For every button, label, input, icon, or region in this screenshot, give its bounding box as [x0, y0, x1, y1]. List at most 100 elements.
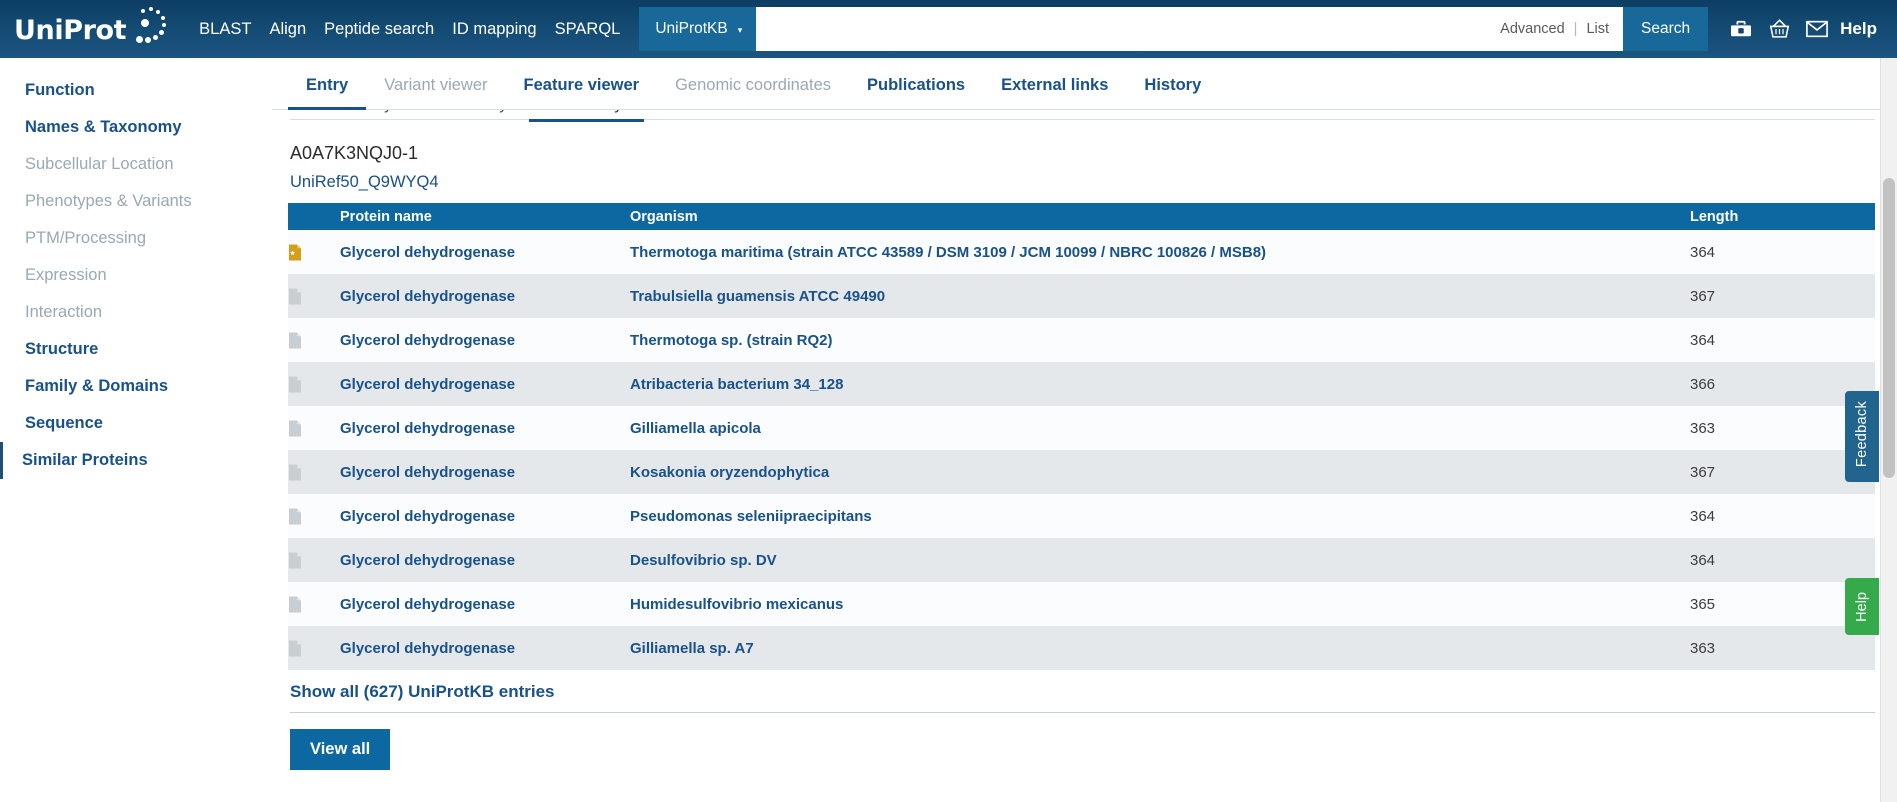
protein-name-link[interactable]: Glycerol dehydrogenase [340, 244, 515, 261]
reviewed-status-icon [288, 230, 340, 274]
page-body: Function Names & Taxonomy Subcellular Lo… [0, 58, 1897, 802]
organism-link[interactable]: Atribacteria bacterium 34_128 [630, 376, 843, 393]
organism-link[interactable]: Thermotoga maritima (strain ATCC 43589 /… [630, 244, 1266, 261]
feedback-tab[interactable]: Feedback [1845, 391, 1879, 483]
cell-protein-name: Glycerol dehydrogenase [340, 274, 630, 318]
identity-tab-50[interactable]: 50% identity [529, 110, 645, 122]
header-icon-group: Help [1708, 7, 1897, 51]
page-scrollbar[interactable] [1880, 58, 1897, 802]
search-input[interactable] [756, 7, 1501, 51]
sidebar-item-phenotypes-variants[interactable]: Phenotypes & Variants [0, 183, 271, 220]
protein-name-link[interactable]: Glycerol dehydrogenase [340, 332, 515, 349]
table-row[interactable]: Glycerol dehydrogenase Thermotoga sp. (st… [288, 318, 1875, 362]
tab-entry[interactable]: Entry [288, 76, 367, 110]
organism-link[interactable]: Gilliamella sp. A7 [630, 640, 754, 657]
protein-name-link[interactable]: Glycerol dehydrogenase [340, 508, 515, 525]
advanced-search-link[interactable]: Advanced [1500, 21, 1565, 37]
cell-length: 364 [1690, 243, 1716, 261]
sidebar-item-expression[interactable]: Expression [0, 257, 271, 294]
dataset-select[interactable]: UniProtKB ▾ [639, 7, 757, 51]
table-body: Glycerol dehydrogenase Thermotoga maritim… [288, 230, 1875, 670]
column-header-length: Length [1690, 203, 1875, 230]
show-all-entries-link[interactable]: Show all (627) UniProtKB entries [290, 682, 1875, 713]
tab-variant-viewer[interactable]: Variant viewer [366, 76, 505, 110]
search-button[interactable]: Search [1623, 7, 1709, 51]
protein-name-link[interactable]: Glycerol dehydrogenase [340, 596, 515, 613]
cell-protein-name: Glycerol dehydrogenase [340, 406, 630, 450]
unreviewed-status-icon [288, 538, 340, 582]
sidebar-item-sequence[interactable]: Sequence [0, 405, 271, 442]
sidebar-item-similar-proteins[interactable]: Similar Proteins [0, 442, 271, 479]
tab-feature-viewer[interactable]: Feature viewer [506, 76, 658, 110]
table-row[interactable]: Glycerol dehydrogenase Thermotoga maritim… [288, 230, 1875, 274]
dataset-select-value: UniProtKB [655, 20, 728, 37]
sidebar-item-ptm-processing[interactable]: PTM/Processing [0, 220, 271, 257]
nav-blast[interactable]: BLAST [190, 0, 260, 58]
tab-publications[interactable]: Publications [849, 76, 983, 110]
nav-peptide-search[interactable]: Peptide search [315, 0, 443, 58]
organism-link[interactable]: Pseudomonas seleniipraecipitans [630, 508, 872, 525]
nav-sparql[interactable]: SPARQL [546, 0, 630, 58]
sidebar-item-interaction[interactable]: Interaction [0, 294, 271, 331]
unreviewed-status-icon [288, 362, 340, 406]
sidebar-item-family-domains[interactable]: Family & Domains [0, 368, 271, 405]
organism-link[interactable]: Kosakonia oryzendophytica [630, 464, 829, 481]
tab-genomic-coordinates[interactable]: Genomic coordinates [657, 76, 849, 110]
uniref-cluster-link[interactable]: UniRef50_Q9WYQ4 [290, 173, 439, 192]
tab-external-links[interactable]: External links [983, 76, 1126, 110]
list-search-link[interactable]: List [1586, 21, 1609, 37]
cell-organism: Trabulsiella guamensis ATCC 49490 [630, 274, 1690, 318]
table-row[interactable]: Glycerol dehydrogenase Gilliamella apicol… [288, 406, 1875, 450]
cell-organism: Humidesulfovibrio mexicanus [630, 582, 1690, 626]
protein-name-link[interactable]: Glycerol dehydrogenase [340, 640, 515, 657]
organism-link[interactable]: Thermotoga sp. (strain RQ2) [630, 332, 833, 349]
help-tab[interactable]: Help [1845, 578, 1879, 635]
protein-name-link[interactable]: Glycerol dehydrogenase [340, 552, 515, 569]
table-row[interactable]: Glycerol dehydrogenase Atribacteria bacte… [288, 362, 1875, 406]
sidebar-item-subcellular-location[interactable]: Subcellular Location [0, 146, 271, 183]
identity-tab-90[interactable]: 90% identity [414, 110, 529, 122]
page-scrollbar-thumb[interactable] [1883, 178, 1895, 478]
unreviewed-status-icon [288, 494, 340, 538]
identity-tab-100[interactable]: 100% identity [290, 110, 414, 122]
uniprot-logo-dots-icon [128, 6, 176, 52]
table-row[interactable]: Glycerol dehydrogenase Kosakonia oryzendo… [288, 450, 1875, 494]
organism-link[interactable]: Trabulsiella guamensis ATCC 49490 [630, 288, 885, 305]
cell-length: 364 [1690, 331, 1716, 349]
nav-id-mapping[interactable]: ID mapping [443, 0, 545, 58]
unreviewed-status-icon [288, 274, 340, 318]
uniprot-logo-text: UniProt [14, 14, 127, 46]
unreviewed-status-icon [288, 406, 340, 450]
cell-length: 367 [1690, 287, 1716, 305]
protein-name-link[interactable]: Glycerol dehydrogenase [340, 420, 515, 437]
cell-protein-name: Glycerol dehydrogenase [340, 318, 630, 362]
cell-protein-name: Glycerol dehydrogenase [340, 626, 630, 670]
chevron-down-icon: ▾ [737, 24, 743, 35]
protein-name-link[interactable]: Glycerol dehydrogenase [340, 464, 515, 481]
sidebar-item-structure[interactable]: Structure [0, 331, 271, 368]
tab-history[interactable]: History [1126, 76, 1219, 110]
table-row[interactable]: Glycerol dehydrogenase Gilliamella sp. A7… [288, 626, 1875, 670]
protein-name-link[interactable]: Glycerol dehydrogenase [340, 288, 515, 305]
table-row[interactable]: Glycerol dehydrogenase Humidesulfovibrio … [288, 582, 1875, 626]
table-row[interactable]: Glycerol dehydrogenase Pseudomonas seleni… [288, 494, 1875, 538]
uniprot-logo[interactable]: UniProt [14, 0, 176, 58]
view-all-button[interactable]: View all [290, 729, 391, 770]
toolbox-icon[interactable] [1722, 7, 1760, 51]
sidebar-item-function[interactable]: Function [0, 72, 271, 109]
basket-icon[interactable] [1760, 7, 1798, 51]
organism-link[interactable]: Humidesulfovibrio mexicanus [630, 596, 843, 613]
sidebar-item-names-taxonomy[interactable]: Names & Taxonomy [0, 109, 271, 146]
identity-threshold-tabs: 100% identity 90% identity 50% identity [290, 110, 1875, 122]
protein-name-link[interactable]: Glycerol dehydrogenase [340, 376, 515, 393]
table-row[interactable]: Glycerol dehydrogenase Desulfovibrio sp. … [288, 538, 1875, 582]
header-help-link[interactable]: Help [1836, 19, 1887, 39]
organism-link[interactable]: Desulfovibrio sp. DV [630, 552, 777, 569]
cell-protein-name: Glycerol dehydrogenase [340, 582, 630, 626]
envelope-icon[interactable] [1798, 7, 1836, 51]
cell-protein-name: Glycerol dehydrogenase [340, 494, 630, 538]
entry-tab-bar: Entry Variant viewer Feature viewer Geno… [272, 58, 1897, 110]
organism-link[interactable]: Gilliamella apicola [630, 420, 761, 437]
table-row[interactable]: Glycerol dehydrogenase Trabulsiella guame… [288, 274, 1875, 318]
nav-align[interactable]: Align [260, 0, 315, 58]
